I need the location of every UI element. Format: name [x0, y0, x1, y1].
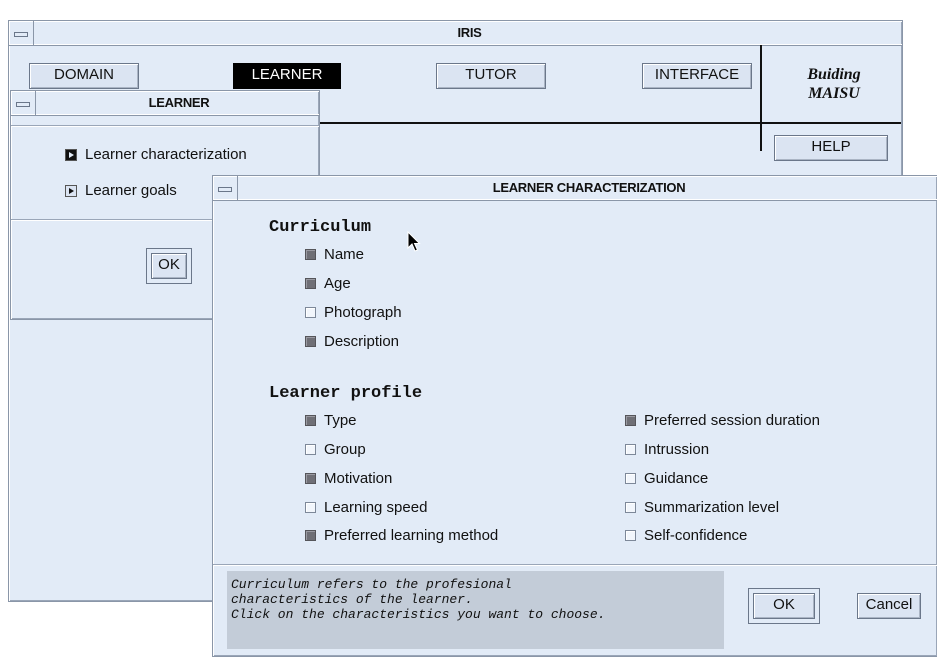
checkbox	[305, 473, 316, 484]
item-label: Group	[324, 441, 366, 458]
item-label: Self-confidence	[644, 527, 748, 544]
checkbox	[305, 415, 316, 426]
checkbox	[625, 473, 636, 484]
learner-top-divider	[11, 125, 319, 126]
logo-line2: MAISU	[808, 85, 860, 102]
iris-title: IRIS	[457, 25, 482, 40]
option-label: Learner goals	[85, 182, 177, 199]
characterization-title: LEARNER CHARACTERIZATION	[492, 180, 686, 195]
curriculum-item-name[interactable]: Name	[305, 246, 364, 263]
checkbox	[625, 502, 636, 513]
arrow-right-icon	[65, 148, 77, 161]
item-label: Preferred session duration	[644, 412, 820, 429]
characterization-ok-button[interactable]: OK	[748, 588, 820, 624]
item-label: Description	[324, 333, 400, 350]
profile-item-learning-speed[interactable]: Learning speed	[305, 499, 427, 516]
item-label: Name	[324, 246, 365, 263]
item-label: Type	[324, 412, 357, 429]
checkbox	[305, 530, 316, 541]
curriculum-heading: Curriculum	[269, 218, 372, 237]
checkbox	[305, 249, 316, 260]
item-label: Intrussion	[644, 441, 710, 458]
cancel-button[interactable]: Cancel	[857, 593, 921, 619]
profile-item-motivation[interactable]: Motivation	[305, 470, 392, 487]
item-label: Learning speed	[324, 499, 428, 516]
profile-item-summarization-level[interactable]: Summarization level	[625, 499, 779, 516]
item-label: Motivation	[324, 470, 393, 487]
window-menu-icon[interactable]	[11, 91, 36, 115]
iris-titlebar[interactable]: IRIS	[9, 21, 902, 46]
characterization-window: LEARNER CHARACTERIZATION Curriculum Name…	[212, 175, 937, 657]
window-menu-icon[interactable]	[213, 176, 238, 200]
logo-line1: Buiding	[807, 66, 861, 83]
profile-item-group[interactable]: Group	[305, 441, 366, 458]
characterization-titlebar[interactable]: LEARNER CHARACTERIZATION	[213, 176, 937, 201]
profile-item-intrussion[interactable]: Intrussion	[625, 441, 709, 458]
tab-learner[interactable]: LEARNER	[233, 63, 341, 89]
option-label: Learner characterization	[85, 146, 247, 163]
checkbox	[305, 444, 316, 455]
curriculum-item-photograph[interactable]: Photograph	[305, 304, 402, 321]
learner-title: LEARNER	[148, 95, 210, 110]
item-label: Photograph	[324, 304, 402, 321]
learner-titlebar[interactable]: LEARNER	[11, 91, 319, 116]
checkbox	[305, 278, 316, 289]
profile-item-preferred-learning-method[interactable]: Preferred learning method	[305, 527, 498, 544]
tab-interface[interactable]: INTERFACE	[642, 63, 752, 89]
learner-ok-button[interactable]: OK	[146, 248, 192, 284]
toolbar-divider	[760, 45, 762, 151]
profile-item-self-confidence[interactable]: Self-confidence	[625, 527, 747, 544]
mouse-pointer-icon	[407, 231, 421, 252]
curriculum-item-age[interactable]: Age	[305, 275, 351, 292]
checkbox	[305, 336, 316, 347]
item-label: Guidance	[644, 470, 709, 487]
footer-divider	[213, 564, 937, 565]
checkbox	[305, 502, 316, 513]
tab-domain[interactable]: DOMAIN	[29, 63, 139, 89]
item-label: Preferred learning method	[324, 527, 499, 544]
help-button[interactable]: HELP	[774, 135, 888, 161]
maisu-logo: Buiding MAISU	[769, 65, 899, 103]
window-menu-icon[interactable]	[9, 21, 34, 45]
curriculum-item-description[interactable]: Description	[305, 333, 399, 350]
checkbox	[625, 415, 636, 426]
profile-item-preferred-session-duration[interactable]: Preferred session duration	[625, 412, 820, 429]
checkbox	[625, 530, 636, 541]
tab-tutor[interactable]: TUTOR	[436, 63, 546, 89]
learner-profile-heading: Learner profile	[269, 384, 423, 403]
learner-goals-option[interactable]: Learner goals	[65, 182, 177, 199]
checkbox	[305, 307, 316, 318]
checkbox	[625, 444, 636, 455]
learner-characterization-option[interactable]: Learner characterization	[65, 146, 247, 163]
help-message: Curriculum refers to the profesional cha…	[227, 571, 724, 649]
item-label: Summarization level	[644, 499, 780, 516]
item-label: Age	[324, 275, 351, 292]
profile-item-type[interactable]: Type	[305, 412, 357, 429]
toolbar-underline	[309, 122, 901, 124]
profile-item-guidance[interactable]: Guidance	[625, 470, 708, 487]
arrow-right-icon	[65, 184, 77, 197]
